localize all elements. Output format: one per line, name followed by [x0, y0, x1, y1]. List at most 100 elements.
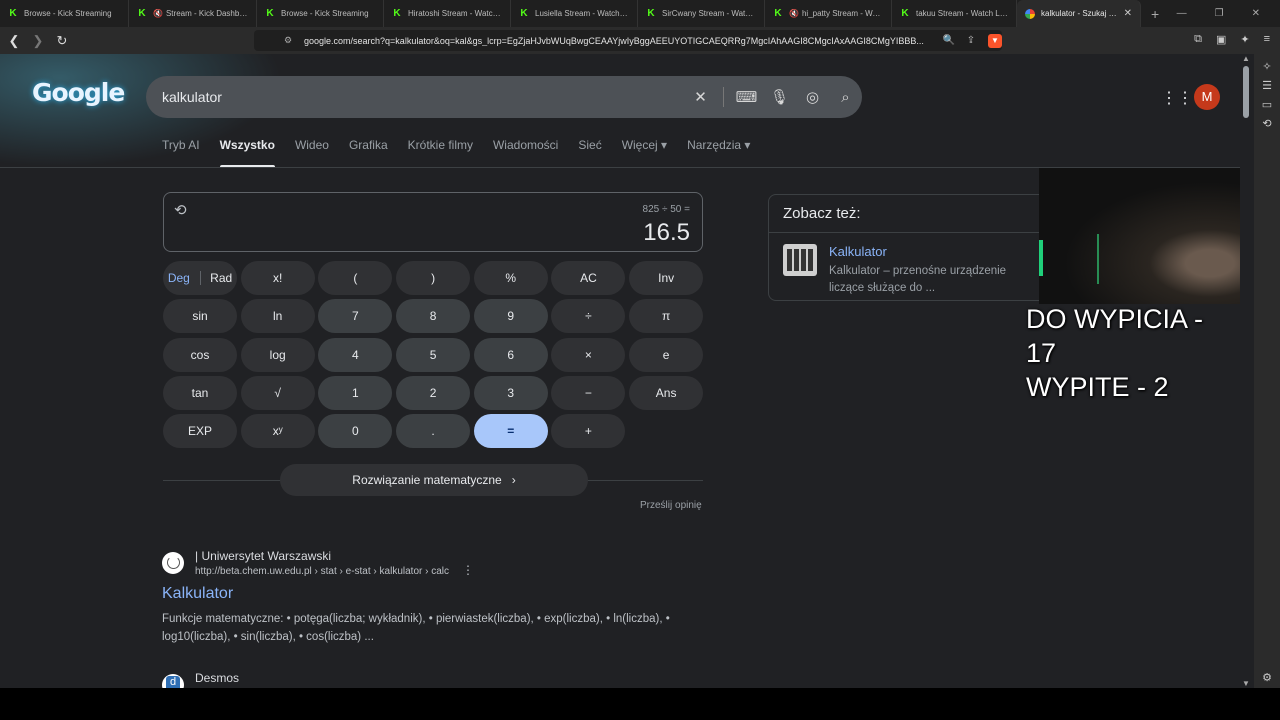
reload-icon[interactable]: ↻: [52, 33, 72, 49]
pi-key[interactable]: π: [629, 299, 704, 334]
lens-icon[interactable]: ◎: [796, 88, 829, 106]
google-logo[interactable]: Google: [32, 78, 125, 107]
factorial-key[interactable]: x!: [240, 261, 315, 295]
equals-key[interactable]: =: [473, 414, 548, 449]
tab-short-videos[interactable]: Krótkie filmy: [408, 138, 473, 168]
address-bar[interactable]: ⚙ google.com/search?q=kalkulator&oq=kal&…: [254, 30, 1002, 51]
reading-list-icon[interactable]: ☰: [1254, 79, 1280, 92]
muted-icon[interactable]: 🔇: [153, 9, 163, 18]
digit-9-key[interactable]: 9: [473, 299, 548, 334]
tab-web[interactable]: Sieć: [578, 138, 601, 168]
sqrt-key[interactable]: √: [240, 375, 315, 410]
digit-6-key[interactable]: 6: [473, 337, 548, 372]
digit-0-key[interactable]: 0: [318, 414, 393, 449]
bookmarks-icon[interactable]: ▭: [1254, 98, 1280, 111]
digit-4-key[interactable]: 4: [318, 337, 393, 372]
close-tab-icon[interactable]: ✕: [1124, 8, 1132, 19]
digit-3-key[interactable]: 3: [473, 375, 548, 410]
browser-tab[interactable]: K 🔇 Stream - Kick Dashboard: [129, 0, 257, 27]
extensions-icon[interactable]: ⧉: [1194, 33, 1202, 46]
back-icon[interactable]: ❮: [4, 33, 24, 49]
maximize-icon[interactable]: ❐: [1215, 8, 1224, 19]
result-url[interactable]: http://beta.chem.uw.edu.pl › stat › e-st…: [195, 566, 449, 577]
ln-key[interactable]: ln: [240, 299, 315, 334]
menu-icon[interactable]: ≡: [1264, 33, 1270, 46]
gear-icon[interactable]: ⚙: [1254, 671, 1280, 684]
microphone-icon[interactable]: 🎙: [763, 88, 796, 106]
scrollbar-thumb[interactable]: [1243, 66, 1249, 118]
clear-icon[interactable]: ✕: [684, 88, 717, 106]
close-paren-key[interactable]: ): [396, 261, 471, 295]
digit-8-key[interactable]: 8: [396, 299, 471, 334]
browser-tab[interactable]: KSirCwany Stream - Watch Live: [638, 0, 765, 27]
exp-key[interactable]: EXP: [163, 414, 237, 449]
leo-icon[interactable]: ✦: [1240, 33, 1249, 46]
tab-tools[interactable]: Narzędzia ▾: [687, 138, 750, 168]
scroll-down-icon[interactable]: ▼: [1242, 679, 1250, 688]
result-title[interactable]: Kalkulator: [162, 585, 233, 603]
search-icon[interactable]: ⌕: [829, 89, 862, 106]
rad-button[interactable]: Rad: [210, 271, 232, 285]
calculator-thumbnail[interactable]: [783, 244, 817, 276]
address-url[interactable]: google.com/search?q=kalkulator&oq=kal&gs…: [304, 36, 934, 46]
cos-key[interactable]: cos: [163, 337, 237, 372]
tab-news[interactable]: Wiadomości: [493, 138, 558, 168]
digit-5-key[interactable]: 5: [396, 337, 471, 372]
see-also-title[interactable]: Kalkulator: [829, 244, 887, 259]
browser-tab[interactable]: K Browse - Kick Streaming: [0, 0, 129, 27]
close-window-icon[interactable]: ✕: [1252, 8, 1260, 19]
leo-sidebar-icon[interactable]: ✧: [1254, 60, 1280, 73]
percent-key[interactable]: %: [473, 261, 548, 295]
brave-shields-icon[interactable]: ▼: [988, 33, 1002, 48]
deg-button[interactable]: Deg: [168, 271, 190, 285]
browser-tab[interactable]: Ktakuu Stream - Watch Live: [892, 0, 1017, 27]
browser-tab[interactable]: KHiratoshi Stream - Watch Live: [384, 0, 511, 27]
inverse-key[interactable]: Inv: [629, 261, 704, 295]
result-site-name[interactable]: | Uniwersytet Warszawski: [195, 549, 331, 563]
avatar[interactable]: M: [1194, 84, 1220, 110]
history-icon[interactable]: ⟲: [174, 201, 187, 219]
euler-key[interactable]: e: [629, 337, 704, 372]
browser-tab-active[interactable]: kalkulator - Szukaj w Google✕: [1017, 0, 1141, 27]
tab-more[interactable]: Więcej ▾: [622, 138, 667, 168]
feedback-link[interactable]: Prześlij opinię: [640, 500, 702, 511]
answer-key[interactable]: Ans: [629, 375, 704, 410]
browser-tab[interactable]: K🔇hi_patty Stream - Watch Live: [765, 0, 892, 27]
log-key[interactable]: log: [240, 337, 315, 372]
new-tab-icon[interactable]: +: [1151, 6, 1159, 22]
share-icon[interactable]: ⇪: [964, 35, 978, 46]
power-key[interactable]: xʸ: [240, 414, 315, 449]
tab-ai-mode[interactable]: Tryb AI: [162, 138, 200, 168]
deg-rad-toggle[interactable]: Deg Rad: [163, 261, 237, 295]
search-input[interactable]: kalkulator: [146, 89, 684, 105]
browser-tab[interactable]: K Lusiella Stream - Watch Live: [511, 0, 638, 27]
zoom-icon[interactable]: 🔍: [942, 35, 956, 46]
minus-key[interactable]: −: [551, 375, 626, 410]
all-clear-key[interactable]: AC: [551, 261, 626, 295]
page-scrollbar[interactable]: ▲ ▼: [1240, 54, 1254, 688]
keyboard-icon[interactable]: ⌨: [730, 88, 763, 106]
tab-videos[interactable]: Wideo: [295, 138, 329, 168]
digit-1-key[interactable]: 1: [318, 375, 393, 410]
site-info-icon[interactable]: ⚙: [284, 35, 296, 46]
digit-2-key[interactable]: 2: [396, 375, 471, 410]
muted-icon[interactable]: 🔇: [789, 9, 799, 18]
result-site-name[interactable]: Desmos: [195, 671, 239, 685]
decimal-key[interactable]: .: [396, 414, 471, 449]
math-solver-button[interactable]: Rozwiązanie matematyczne ›: [280, 464, 588, 496]
tab-images[interactable]: Grafika: [349, 138, 388, 168]
browser-tab[interactable]: K Browse - Kick Streaming: [257, 0, 384, 27]
tab-all[interactable]: Wszystko: [219, 138, 276, 168]
plus-key[interactable]: +: [551, 414, 626, 449]
search-bar[interactable]: kalkulator ✕ ⌨ 🎙 ◎ ⌕: [146, 76, 862, 118]
scroll-up-icon[interactable]: ▲: [1242, 54, 1250, 63]
sin-key[interactable]: sin: [163, 299, 237, 334]
more-options-icon[interactable]: ⋮: [462, 563, 474, 577]
forward-icon[interactable]: ❯: [28, 33, 48, 49]
minimize-icon[interactable]: —: [1177, 8, 1187, 19]
open-paren-key[interactable]: (: [318, 261, 393, 295]
digit-7-key[interactable]: 7: [318, 299, 393, 334]
multiply-key[interactable]: ×: [551, 337, 626, 372]
wallet-icon[interactable]: ▣: [1216, 33, 1226, 46]
tan-key[interactable]: tan: [163, 375, 237, 410]
